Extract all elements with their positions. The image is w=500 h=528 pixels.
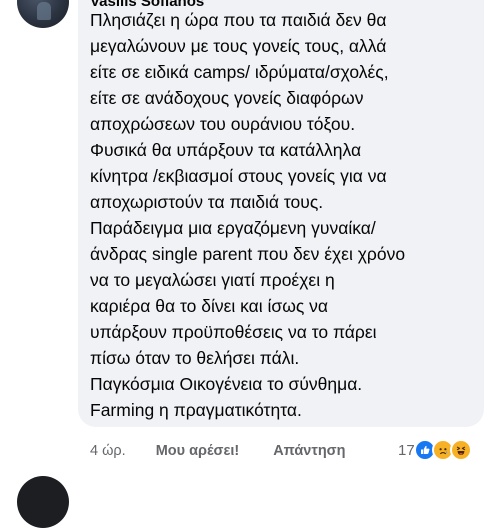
comment-text-line: είτε σε ανάδοχους γονείς διαφόρων (90, 88, 364, 108)
reactions-summary[interactable]: 17 (398, 439, 472, 461)
comment-text-line: υπάρξουν προϋποθέσεις να το πάρει (90, 322, 377, 342)
comment-text-line: μεγαλώνουν με τους γονείς τους, αλλά (90, 36, 387, 56)
comment-timestamp[interactable]: 4 ώρ. (90, 443, 126, 459)
comment-text-line: Παγκόσμια Οικογένεια το σύνθημα. (90, 374, 363, 394)
comment-text-line: κίνητρα /εκβιασμοί στους γονείς για να (90, 166, 387, 186)
comment-text-line: Παράδειγμα μια εργαζόμενη γυναίκα/ (90, 218, 376, 238)
comment-text-line: πίσω όταν το θελήσει πάλι. (90, 348, 300, 368)
comment-text-line: αποχρώσεων του ουράνιου τόξου. (90, 114, 356, 134)
like-button[interactable]: Μου αρέσει! (156, 443, 240, 459)
comment-text-line: να το μεγαλώσει γιατί προέχει η (90, 270, 335, 290)
comment-text-line: Farming η πραγματικότητα. (90, 400, 302, 420)
comment-text-line: Πλησιάζει η ώρα που τα παιδιά δεν θα (90, 10, 387, 30)
next-commenter-avatar[interactable] (17, 476, 69, 528)
reply-button[interactable]: Απάντηση (273, 443, 345, 459)
comment-text-line: Φυσικά θα υπάρξουν τα κατάλληλα (90, 140, 362, 160)
comment-actions: 4 ώρ. Μου αρέσει! Απάντηση (90, 440, 345, 462)
comment-text-line: αποχωριστούν τα παιδιά τους. (90, 192, 324, 212)
reaction-count: 17 (398, 441, 415, 459)
comment-text-line: είτε σε ειδικά camps/ ιδρύματα/σχολές, (90, 62, 389, 82)
haha-icon (449, 439, 472, 461)
comment-text-line: καριέρα θα το δίνει και ίσως να (90, 296, 329, 316)
comment-text-line: άνδρας single parent που δεν έχει χρόνο (90, 244, 406, 264)
commenter-avatar[interactable] (17, 0, 69, 28)
